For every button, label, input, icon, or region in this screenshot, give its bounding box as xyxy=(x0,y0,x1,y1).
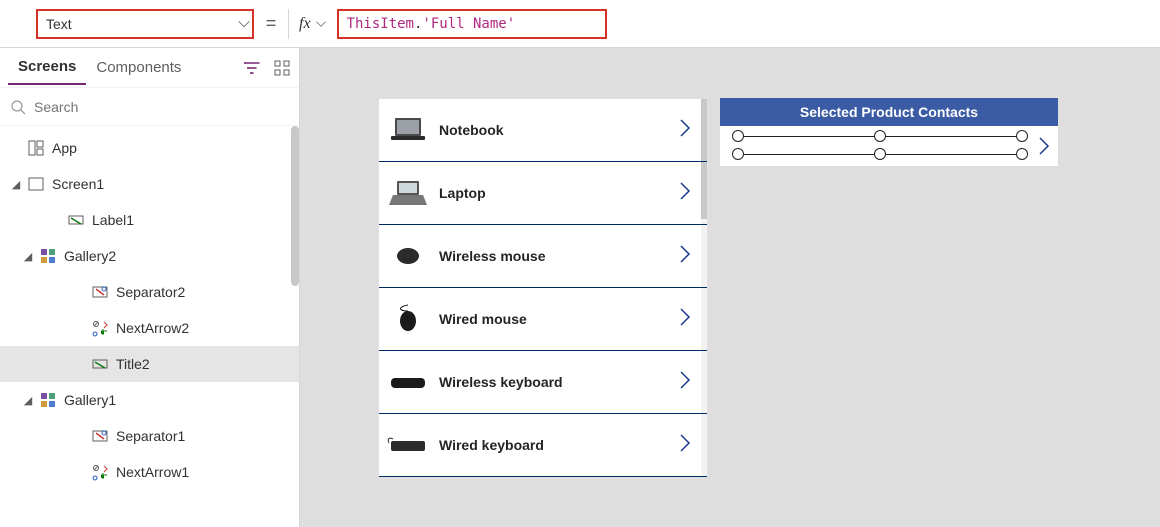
tree-node-label: Label1 xyxy=(92,212,134,228)
formula-token-object: ThisItem xyxy=(347,16,414,32)
tree-node-label: Title2 xyxy=(116,356,150,372)
product-row[interactable]: Wired keyboard xyxy=(379,414,707,477)
selection-handle[interactable] xyxy=(874,130,886,142)
tree-node-gallery2[interactable]: ◢ Gallery2 xyxy=(0,238,299,274)
product-image xyxy=(387,366,429,398)
tree-node-nextarrow2[interactable]: NextArrow2 xyxy=(0,310,299,346)
screen1-surface[interactable]: Notebook Laptop Wireless mouse Wired mouse W… xyxy=(378,98,1058,478)
tree-panel: Screens Components App ◢ Screen1 Label1 ◢ Gal… xyxy=(0,48,300,527)
tree-node-label: Gallery2 xyxy=(64,248,116,264)
product-image xyxy=(387,240,429,272)
tree-node-title2[interactable]: Title2 xyxy=(0,346,299,382)
tree-node-label1[interactable]: Label1 xyxy=(0,202,299,238)
selection-handle[interactable] xyxy=(874,148,886,160)
tree-scrollbar[interactable] xyxy=(291,126,299,286)
search-input[interactable] xyxy=(26,99,289,115)
selection-handle[interactable] xyxy=(732,148,744,160)
gallery2[interactable] xyxy=(720,126,1058,166)
chevron-right-icon[interactable] xyxy=(675,244,699,268)
separator-icon xyxy=(90,282,110,302)
tree-node-separator1[interactable]: Separator1 xyxy=(0,418,299,454)
selection-handle[interactable] xyxy=(1016,148,1028,160)
tree-node-label: NextArrow2 xyxy=(116,320,189,336)
chevron-down-icon[interactable] xyxy=(235,11,252,37)
contacts-header[interactable]: Selected Product Contacts xyxy=(720,98,1058,126)
tree-node-label: Screen1 xyxy=(52,176,104,192)
product-row[interactable]: Wireless keyboard xyxy=(379,351,707,414)
tab-screens[interactable]: Screens xyxy=(8,50,86,85)
tree-node-screen1[interactable]: ◢ Screen1 xyxy=(0,166,299,202)
product-title: Wireless keyboard xyxy=(439,374,675,390)
iconctrl-icon xyxy=(90,462,110,482)
product-title: Wireless mouse xyxy=(439,248,675,264)
property-input[interactable] xyxy=(38,16,235,32)
formula-input[interactable]: ThisItem.'Full Name' xyxy=(337,9,607,39)
formula-token-field: 'Full Name' xyxy=(422,16,515,32)
screen-icon xyxy=(26,174,46,194)
tree-node-nextarrow1[interactable]: NextArrow1 xyxy=(0,454,299,490)
tree: App ◢ Screen1 Label1 ◢ Gallery2 Separator2 Next… xyxy=(0,126,299,527)
tabs-row: Screens Components xyxy=(0,48,299,88)
equals-label: = xyxy=(254,13,288,34)
separator-icon xyxy=(90,426,110,446)
collapse-icon[interactable]: ◢ xyxy=(18,394,38,407)
gallery-icon xyxy=(38,390,58,410)
product-row[interactable]: Wireless mouse xyxy=(379,225,707,288)
tree-node-gallery1[interactable]: ◢ Gallery1 xyxy=(0,382,299,418)
selection-handle[interactable] xyxy=(732,130,744,142)
chevron-right-icon[interactable] xyxy=(675,181,699,205)
search-row xyxy=(0,88,299,126)
product-row[interactable]: Laptop xyxy=(379,162,707,225)
tree-node-label: Separator2 xyxy=(116,284,185,300)
tree-node-label: Separator1 xyxy=(116,428,185,444)
product-image xyxy=(387,177,429,209)
gallery2-template[interactable] xyxy=(722,128,1056,164)
fx-label[interactable]: fx xyxy=(289,15,337,33)
chevron-right-icon[interactable] xyxy=(675,307,699,331)
product-image xyxy=(387,114,429,146)
tab-components[interactable]: Components xyxy=(86,51,191,84)
tree-node-app[interactable]: App xyxy=(0,130,299,166)
label-icon xyxy=(90,354,110,374)
product-image xyxy=(387,303,429,335)
product-title: Wired mouse xyxy=(439,311,675,327)
product-title: Laptop xyxy=(439,185,675,201)
product-row[interactable]: Notebook xyxy=(379,99,707,162)
grid-view-icon[interactable] xyxy=(273,59,291,77)
filter-list-icon[interactable] xyxy=(243,59,261,77)
chevron-right-icon[interactable] xyxy=(675,370,699,394)
tree-node-label: App xyxy=(52,140,77,156)
tree-node-label: Gallery1 xyxy=(64,392,116,408)
property-dropdown[interactable] xyxy=(36,9,254,39)
nextarrow2-icon[interactable] xyxy=(1034,136,1054,156)
tree-node-label: NextArrow1 xyxy=(116,464,189,480)
product-title: Notebook xyxy=(439,122,675,138)
product-image xyxy=(387,429,429,461)
label-icon xyxy=(66,210,86,230)
product-title: Wired keyboard xyxy=(439,437,675,453)
search-icon xyxy=(10,99,26,115)
gallery1[interactable]: Notebook Laptop Wireless mouse Wired mouse W… xyxy=(378,98,708,478)
selection-handle[interactable] xyxy=(1016,130,1028,142)
canvas[interactable]: Notebook Laptop Wireless mouse Wired mouse W… xyxy=(300,48,1160,527)
collapse-icon[interactable]: ◢ xyxy=(6,178,26,191)
product-row[interactable]: Wired mouse xyxy=(379,288,707,351)
formula-area: fx ThisItem.'Full Name' xyxy=(288,9,1150,39)
chevron-right-icon[interactable] xyxy=(675,118,699,142)
formula-bar: = fx ThisItem.'Full Name' xyxy=(0,0,1160,48)
chevron-right-icon[interactable] xyxy=(675,433,699,457)
iconctrl-icon xyxy=(90,318,110,338)
collapse-icon[interactable]: ◢ xyxy=(18,250,38,263)
app-icon xyxy=(26,138,46,158)
tree-node-separator2[interactable]: Separator2 xyxy=(0,274,299,310)
gallery-icon xyxy=(38,246,58,266)
